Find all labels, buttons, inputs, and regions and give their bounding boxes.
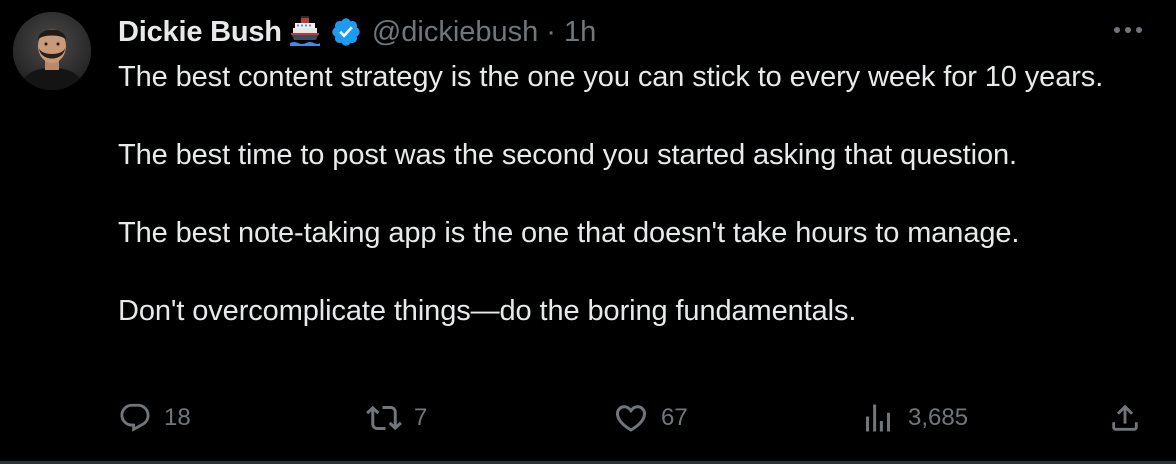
reply-icon bbox=[120, 403, 150, 432]
retweet-count: 7 bbox=[414, 404, 428, 431]
separator-dot: · bbox=[546, 15, 556, 48]
tweet-paragraph: The best content strategy is the one you… bbox=[118, 61, 1104, 93]
more-options-icon[interactable] bbox=[1110, 18, 1146, 42]
tweet-header: Dickie Bush @dickiebush · 1h bbox=[118, 10, 596, 54]
retweet-button[interactable]: 7 bbox=[366, 396, 427, 440]
tweet-text: The best content strategy is the one you… bbox=[118, 58, 1138, 370]
action-bar: 18 7 67 3,685 bbox=[0, 396, 1176, 440]
reply-button[interactable]: 18 bbox=[118, 396, 191, 440]
tweet-paragraph: Don't overcomplicate things—do the borin… bbox=[118, 295, 857, 327]
ship-icon bbox=[289, 15, 320, 49]
tweet-card[interactable]: Dickie Bush @dickiebush · 1h The best co… bbox=[0, 0, 1176, 464]
avatar-photo bbox=[13, 12, 91, 90]
reply-count: 18 bbox=[164, 404, 191, 431]
heart-icon bbox=[615, 405, 647, 432]
retweet-icon bbox=[366, 405, 402, 431]
share-icon bbox=[1112, 404, 1138, 431]
views-button[interactable]: 3,685 bbox=[860, 396, 968, 440]
tweet-paragraph: The best note-taking app is the one that… bbox=[118, 217, 1020, 249]
avatar[interactable] bbox=[13, 12, 91, 90]
like-button[interactable]: 67 bbox=[613, 396, 688, 440]
views-chart-icon bbox=[866, 404, 890, 432]
views-count: 3,685 bbox=[908, 404, 969, 431]
share-button[interactable] bbox=[1108, 396, 1142, 440]
like-count: 67 bbox=[661, 404, 688, 431]
author-name[interactable]: Dickie Bush bbox=[118, 16, 282, 49]
verified-badge-icon bbox=[330, 16, 362, 48]
tweet-timestamp[interactable]: 1h bbox=[564, 16, 596, 49]
author-handle[interactable]: @dickiebush bbox=[372, 16, 538, 49]
tweet-paragraph: The best time to post was the second you… bbox=[118, 139, 1017, 171]
